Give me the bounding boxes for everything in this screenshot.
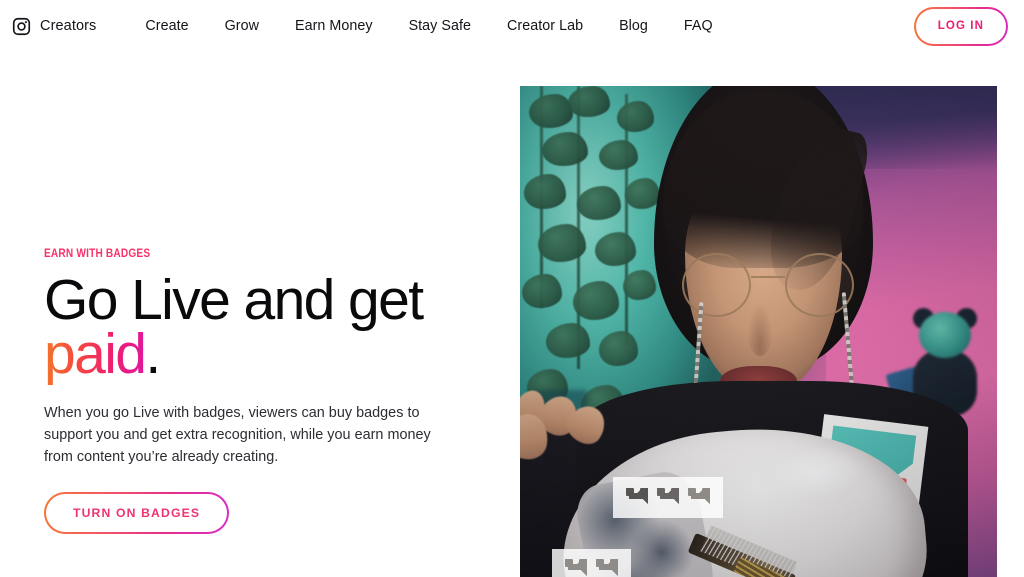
video-scene xyxy=(520,86,997,577)
nav-item-faq[interactable]: FAQ xyxy=(684,12,713,40)
hero-headline-period: . xyxy=(145,321,161,386)
nav-item-creator-lab[interactable]: Creator Lab xyxy=(507,12,583,40)
subject-nose xyxy=(746,302,773,357)
heart-icon xyxy=(688,487,710,508)
hero-live-video[interactable] xyxy=(520,86,997,577)
nav-item-blog[interactable]: Blog xyxy=(619,12,648,40)
badge-row-three-hearts xyxy=(613,477,723,518)
log-in-button[interactable]: LOG IN xyxy=(914,7,1008,46)
log-in-button-label: LOG IN xyxy=(937,20,984,32)
primary-nav-links: Create Grow Earn Money Stay Safe Creator… xyxy=(145,12,712,40)
nav-item-create[interactable]: Create xyxy=(145,12,188,40)
heart-icon xyxy=(564,559,587,577)
hero-eyebrow: EARN WITH BADGES xyxy=(44,248,151,260)
subject-hand xyxy=(520,386,630,488)
turn-on-badges-button[interactable]: TURN ON BADGES xyxy=(44,492,229,534)
hero-headline-gradient-word: paid xyxy=(44,321,147,386)
brand-label: Creators xyxy=(40,18,97,34)
nav-item-stay-safe[interactable]: Stay Safe xyxy=(409,12,471,40)
heart-icon xyxy=(657,487,679,508)
heart-icon xyxy=(596,559,619,577)
hero-headline: Go Live and get paid. xyxy=(44,272,474,383)
heart-icon xyxy=(626,487,648,508)
hero-copy-block: EARN WITH BADGES Go Live and get paid. W… xyxy=(44,248,474,534)
creators-landing-page: Creators Create Grow Earn Money Stay Saf… xyxy=(0,0,1024,577)
instagram-camera-icon xyxy=(12,17,31,36)
nav-item-earn-money[interactable]: Earn Money xyxy=(295,12,373,40)
brand-home-link[interactable]: Creators xyxy=(6,13,102,40)
hero-body-text: When you go Live with badges, viewers ca… xyxy=(44,405,431,465)
top-navigation-bar: Creators Create Grow Earn Money Stay Saf… xyxy=(0,0,1024,52)
nav-item-grow[interactable]: Grow xyxy=(225,12,259,40)
turn-on-badges-label: TURN ON BADGES xyxy=(73,505,201,520)
badge-row-two-hearts xyxy=(552,549,631,577)
